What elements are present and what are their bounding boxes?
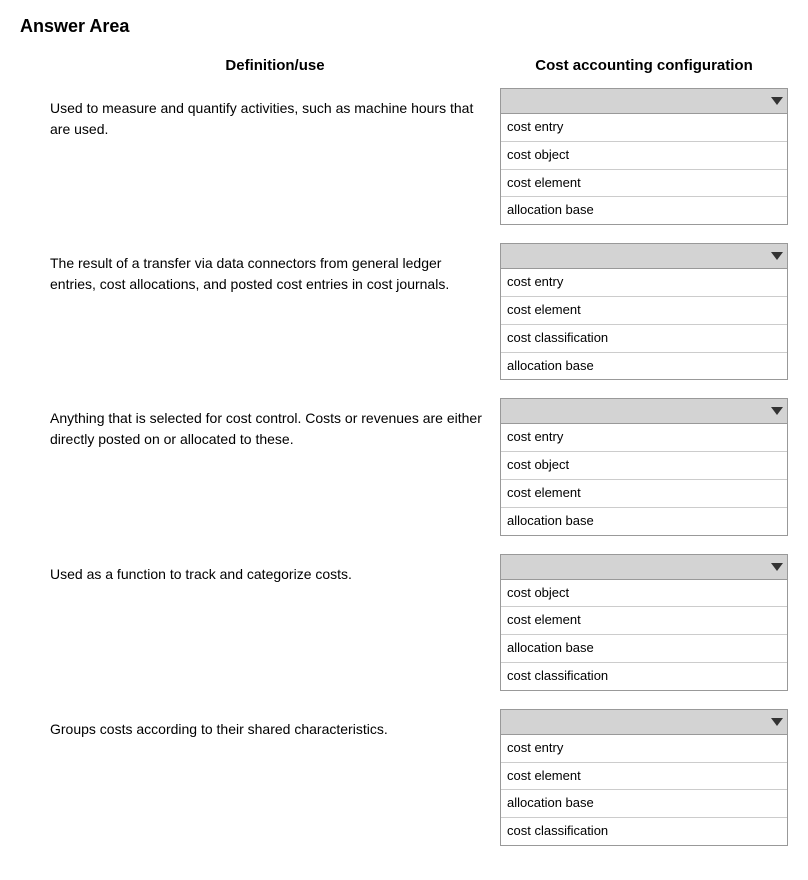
dropdown-options-1: cost entrycost objectcost elementallocat… [500, 114, 788, 225]
dropdown-arrow-icon-4 [771, 563, 783, 571]
definition-text-2: The result of a transfer via data connec… [20, 243, 500, 305]
qa-row-4: Used as a function to track and categori… [20, 554, 788, 691]
qa-row-3: Anything that is selected for cost contr… [20, 398, 788, 535]
dropdown-option-5-2[interactable]: cost element [501, 763, 787, 791]
dropdown-header-2[interactable] [500, 243, 788, 269]
config-dropdown-5[interactable]: cost entrycost elementallocation basecos… [500, 709, 788, 846]
definition-text-3: Anything that is selected for cost contr… [20, 398, 500, 460]
dropdown-option-1-3[interactable]: cost element [501, 170, 787, 198]
dropdown-options-2: cost entrycost elementcost classificatio… [500, 269, 788, 380]
dropdown-arrow-icon-5 [771, 718, 783, 726]
dropdown-option-1-2[interactable]: cost object [501, 142, 787, 170]
config-column-header: Cost accounting configuration [500, 57, 788, 74]
dropdown-option-2-1[interactable]: cost entry [501, 269, 787, 297]
dropdown-option-5-4[interactable]: cost classification [501, 818, 787, 845]
definition-text-4: Used as a function to track and categori… [20, 554, 500, 595]
definition-column-header: Definition/use [20, 57, 500, 74]
config-dropdown-3[interactable]: cost entrycost objectcost elementallocat… [500, 398, 788, 535]
qa-row-1: Used to measure and quantify activities,… [20, 88, 788, 225]
dropdown-option-5-3[interactable]: allocation base [501, 790, 787, 818]
dropdown-option-3-1[interactable]: cost entry [501, 424, 787, 452]
definition-text-1: Used to measure and quantify activities,… [20, 88, 500, 150]
dropdown-option-4-2[interactable]: cost element [501, 607, 787, 635]
config-dropdown-1[interactable]: cost entrycost objectcost elementallocat… [500, 88, 788, 225]
page-title: Answer Area [20, 16, 788, 37]
qa-row-5: Groups costs according to their shared c… [20, 709, 788, 846]
dropdown-arrow-icon-3 [771, 407, 783, 415]
dropdown-header-4[interactable] [500, 554, 788, 580]
dropdown-header-1[interactable] [500, 88, 788, 114]
dropdown-option-2-4[interactable]: allocation base [501, 353, 787, 380]
dropdown-option-4-3[interactable]: allocation base [501, 635, 787, 663]
qa-row-2: The result of a transfer via data connec… [20, 243, 788, 380]
dropdown-arrow-icon-2 [771, 252, 783, 260]
dropdown-header-3[interactable] [500, 398, 788, 424]
dropdown-options-3: cost entrycost objectcost elementallocat… [500, 424, 788, 535]
dropdown-option-3-3[interactable]: cost element [501, 480, 787, 508]
config-dropdown-2[interactable]: cost entrycost elementcost classificatio… [500, 243, 788, 380]
dropdown-options-5: cost entrycost elementallocation basecos… [500, 735, 788, 846]
config-dropdown-4[interactable]: cost objectcost elementallocation baseco… [500, 554, 788, 691]
dropdown-option-5-1[interactable]: cost entry [501, 735, 787, 763]
dropdown-option-2-3[interactable]: cost classification [501, 325, 787, 353]
dropdown-options-4: cost objectcost elementallocation baseco… [500, 580, 788, 691]
dropdown-option-1-4[interactable]: allocation base [501, 197, 787, 224]
dropdown-header-5[interactable] [500, 709, 788, 735]
dropdown-option-3-4[interactable]: allocation base [501, 508, 787, 535]
dropdown-option-2-2[interactable]: cost element [501, 297, 787, 325]
dropdown-option-1-1[interactable]: cost entry [501, 114, 787, 142]
dropdown-option-3-2[interactable]: cost object [501, 452, 787, 480]
dropdown-arrow-icon-1 [771, 97, 783, 105]
dropdown-option-4-1[interactable]: cost object [501, 580, 787, 608]
definition-text-5: Groups costs according to their shared c… [20, 709, 500, 750]
dropdown-option-4-4[interactable]: cost classification [501, 663, 787, 690]
